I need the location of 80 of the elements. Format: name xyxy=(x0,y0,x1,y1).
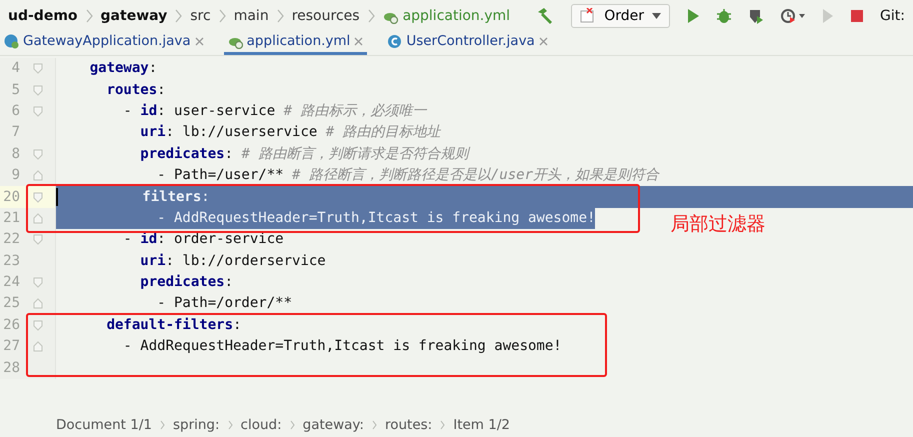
chevron-icon xyxy=(276,8,284,24)
fold-marker-icon[interactable] xyxy=(32,277,42,288)
close-icon[interactable] xyxy=(354,37,364,46)
code-line: - Path=/order/** xyxy=(156,294,292,314)
status-breadcrumb[interactable]: Document 1/1 xyxy=(56,414,152,436)
breadcrumb-item[interactable]: application.yml xyxy=(402,6,510,26)
close-icon[interactable] xyxy=(538,37,548,46)
chevron-icon xyxy=(160,420,165,430)
run-config-dropdown[interactable]: Order xyxy=(571,4,670,28)
line-number: 21 xyxy=(2,208,20,228)
code-line: - id: user-service # 路由标示，必须唯一 xyxy=(122,102,426,121)
java-app-icon xyxy=(4,34,19,49)
chevron-icon xyxy=(368,8,375,24)
code-line: uri: lb://userservice # 路由的目标地址 xyxy=(139,123,441,142)
breadcrumb-item[interactable]: ud-demo xyxy=(8,6,78,26)
line-number: 4 xyxy=(10,59,20,78)
run-icon[interactable] xyxy=(686,8,700,24)
chevron-icon xyxy=(290,420,295,430)
fold-marker-icon[interactable] xyxy=(32,320,42,331)
line-number: 22 xyxy=(2,230,20,250)
code-line: predicates: # 路由断言，判断请求是否符合规则 xyxy=(139,144,468,164)
file-tab[interactable]: GatewayApplication.java xyxy=(0,31,208,55)
line-number: 9 xyxy=(10,166,20,186)
annotation-label: 局部过滤器 xyxy=(670,212,766,237)
fold-marker-icon[interactable] xyxy=(32,298,42,310)
line-number: 7 xyxy=(10,123,20,142)
close-icon[interactable] xyxy=(194,37,204,46)
chevron-icon xyxy=(218,8,226,24)
fold-marker-icon[interactable] xyxy=(32,234,42,246)
code-line: filters: xyxy=(141,188,210,207)
breadcrumb-item[interactable]: main xyxy=(234,6,269,26)
breadcrumb-item[interactable]: gateway xyxy=(100,6,168,26)
fold-marker-icon[interactable] xyxy=(32,212,42,224)
shield-run-icon[interactable] xyxy=(748,8,764,24)
chevron-icon xyxy=(228,420,233,430)
code-line: predicates: xyxy=(139,273,234,292)
chevron-icon xyxy=(86,8,93,24)
fold-marker-icon[interactable] xyxy=(32,170,42,182)
line-number: 8 xyxy=(10,144,20,164)
fold-marker-icon[interactable] xyxy=(32,63,42,74)
line-number: 25 xyxy=(2,294,20,314)
code-line: - AddRequestHeader=Truth,Itcast is freaking awesome! xyxy=(122,337,562,356)
play-disabled-icon xyxy=(822,8,834,24)
line-number: 6 xyxy=(10,102,20,121)
line-number: 24 xyxy=(2,273,20,292)
line-number: 27 xyxy=(2,337,20,356)
fold-marker-icon[interactable] xyxy=(32,341,42,352)
status-breadcrumb[interactable]: Item 1/2 xyxy=(453,414,510,436)
chevron-icon xyxy=(372,420,377,430)
code-line: routes: xyxy=(106,80,166,100)
line-number: 5 xyxy=(10,80,20,100)
code-line: - Path=/user/** # 路径断言，判断路径是否是以/user开头，如果是则符合 xyxy=(156,166,660,186)
chevron-icon xyxy=(175,8,182,24)
caret-icon xyxy=(652,13,662,19)
git-label: Git: xyxy=(880,6,905,26)
code-line: gateway: xyxy=(88,59,158,78)
status-breadcrumb[interactable]: routes: xyxy=(384,414,432,436)
fold-marker-icon[interactable] xyxy=(32,84,42,96)
status-breadcrumb[interactable]: spring: xyxy=(172,414,220,436)
breadcrumb-item[interactable]: resources xyxy=(292,6,360,26)
line-number: 23 xyxy=(2,252,20,271)
line-number: 26 xyxy=(2,316,20,335)
code-line: default-filters: xyxy=(106,316,242,335)
bug-icon[interactable] xyxy=(716,8,732,24)
fold-marker-icon[interactable] xyxy=(32,148,42,160)
stop-icon[interactable] xyxy=(850,9,864,23)
line-number: 28 xyxy=(2,358,20,378)
profiler-icon[interactable] xyxy=(780,8,806,24)
line-number: 20 xyxy=(2,188,20,207)
chevron-icon xyxy=(440,420,446,430)
class-icon xyxy=(387,34,402,49)
breadcrumb-item[interactable]: src xyxy=(190,6,211,26)
fold-marker-icon[interactable] xyxy=(32,192,42,203)
config-icon xyxy=(580,8,596,24)
status-breadcrumb[interactable]: gateway: xyxy=(302,414,364,436)
fold-marker-icon[interactable] xyxy=(32,106,42,117)
file-tab[interactable]: application.yml xyxy=(224,31,368,55)
status-breadcrumb[interactable]: cloud: xyxy=(240,414,282,436)
code-line: uri: lb://orderservice xyxy=(139,252,326,271)
file-tab[interactable]: UserController.java xyxy=(383,31,552,55)
